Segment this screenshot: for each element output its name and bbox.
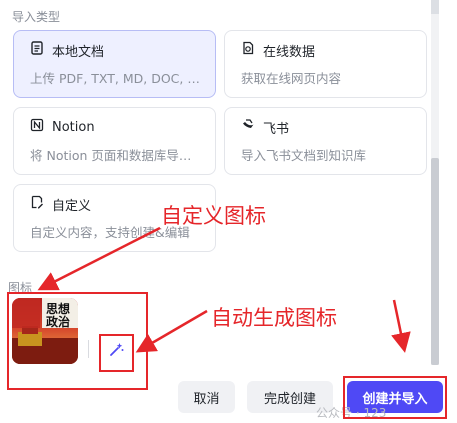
arrow-to-custom-icon: [37, 226, 161, 291]
arrow-to-create-button: [391, 299, 411, 353]
annotation-arrows: [37, 226, 411, 353]
arrow-to-auto-icon: [135, 309, 208, 353]
